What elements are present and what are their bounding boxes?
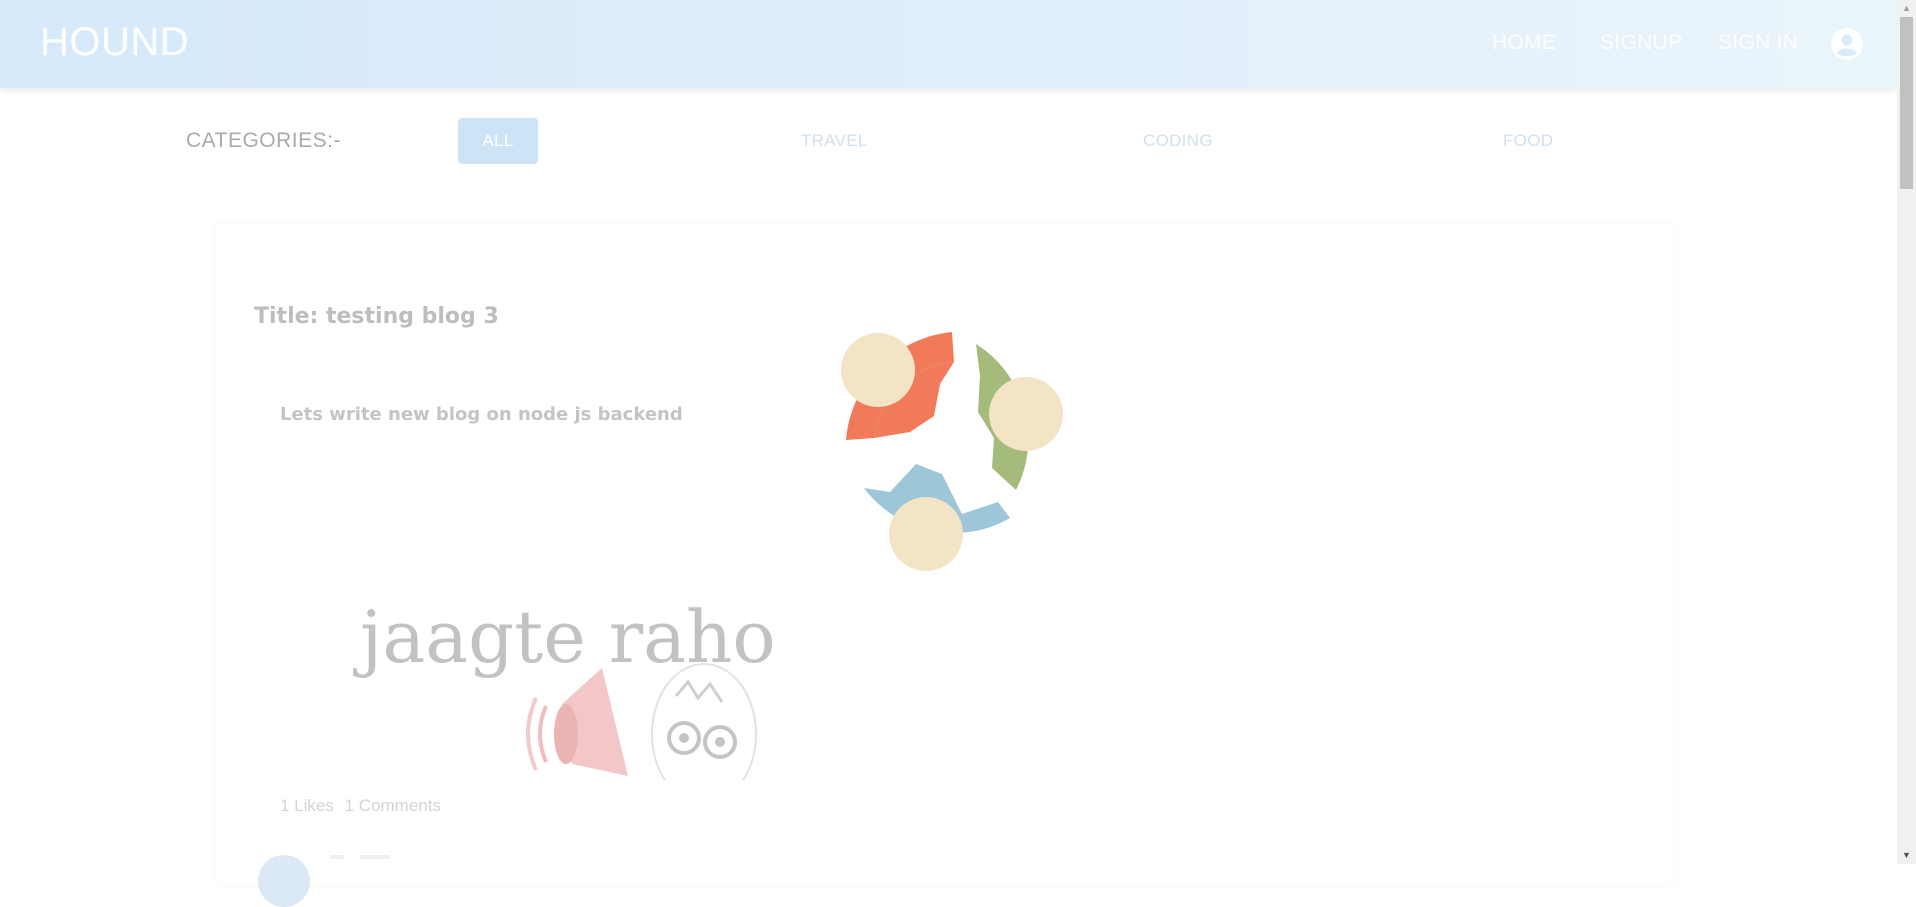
commenter-avatar: [258, 855, 310, 907]
nav-home-link[interactable]: HOME: [1492, 31, 1556, 55]
post-description: Lets write new blog on node js backend: [280, 404, 683, 425]
scroll-down-arrow-icon[interactable]: ▼: [1897, 847, 1916, 864]
nav-signup-link[interactable]: SIGNUP: [1600, 31, 1682, 55]
likes-count[interactable]: 1 Likes: [280, 796, 334, 815]
commenter-name-placeholder: [330, 855, 390, 859]
loading-spinner-icon: [830, 320, 1090, 580]
comments-count[interactable]: 1 Comments: [345, 796, 441, 815]
category-coding-button[interactable]: CODING: [1143, 131, 1213, 151]
top-navbar: HOUND HOME SIGNUP SIGN IN: [0, 0, 1897, 88]
page-scrollbar[interactable]: ▲ ▼: [1897, 0, 1916, 864]
nav-signin-link[interactable]: SIGN IN: [1718, 31, 1798, 55]
account-circle-icon[interactable]: [1830, 27, 1864, 61]
scroll-up-arrow-icon[interactable]: ▲: [1897, 0, 1916, 17]
brand-logo[interactable]: HOUND: [40, 20, 189, 65]
post-image: jaagte raho: [346, 586, 778, 780]
post-title: Title: testing blog 3: [254, 304, 499, 329]
scroll-thumb[interactable]: [1900, 17, 1913, 189]
post-stats: 1 Likes 1 Comments: [280, 796, 447, 816]
category-travel-button[interactable]: TRAVEL: [801, 131, 868, 151]
category-all-button[interactable]: ALL: [458, 118, 538, 164]
categories-label: CATEGORIES:-: [186, 129, 341, 152]
category-food-button[interactable]: FOOD: [1503, 131, 1553, 151]
